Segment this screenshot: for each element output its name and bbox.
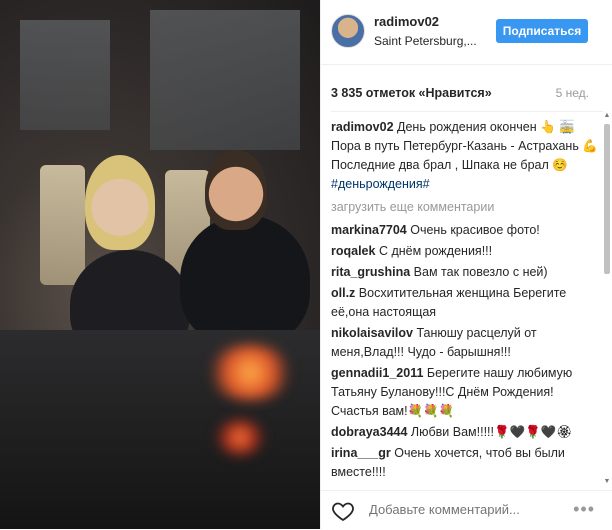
comment-bar: •••: [321, 490, 612, 530]
comment-item: dobraya3444 Любви Вам!!!!!🌹🖤🌹🖤🏵: [331, 423, 601, 442]
comment-item: rita_grushina Вам так повезло с ней): [331, 263, 601, 282]
follow-button[interactable]: Подписаться: [496, 19, 588, 43]
caption-username[interactable]: radimov02: [331, 120, 394, 134]
caption: radimov02 День рождения окончен 👆 🚋 Пора…: [331, 118, 601, 194]
comment-item: oll.z Восхитительная женщина Берегите её…: [331, 284, 601, 322]
person-right-head: [205, 150, 267, 230]
scroll-down-icon[interactable]: ▼: [603, 478, 611, 486]
chair-decor: [40, 165, 85, 285]
post-age[interactable]: 5 нед.: [556, 86, 589, 100]
fire-glow: [205, 345, 295, 400]
comment-username[interactable]: markina7704: [331, 223, 407, 237]
comment-text: Восхитительная женщина Берегите её,она н…: [331, 286, 567, 319]
comment-item: nikolaisavilov Танюшу расцелуй от меня,В…: [331, 324, 601, 362]
comment-username[interactable]: nikolaisavilov: [331, 326, 413, 340]
avatar[interactable]: [331, 14, 365, 48]
comment-username[interactable]: dobraya3444: [331, 425, 407, 439]
comment-username[interactable]: rita_grushina: [331, 265, 410, 279]
comment-text: Вам так повезло с ней): [413, 265, 548, 279]
comment-username[interactable]: roqalek: [331, 244, 375, 258]
person-right-body: [180, 215, 310, 345]
fire-glow: [215, 420, 265, 455]
add-comment-input[interactable]: [369, 502, 569, 517]
comment-username[interactable]: irina___gr: [331, 446, 391, 460]
post-panel: radimov02 Saint Petersburg,... Подписать…: [320, 0, 612, 529]
window-decor: [20, 20, 110, 130]
post-photo[interactable]: [0, 0, 320, 529]
likes-count[interactable]: 3 835 отметок «Нравится»: [331, 86, 492, 100]
like-heart-icon[interactable]: [331, 499, 355, 523]
comment-text: С днём рождения!!!: [378, 244, 493, 258]
comment-item: roqalek С днём рождения!!!: [331, 242, 601, 261]
comment-text: Любви Вам!!!!!🌹🖤🌹🖤🏵: [410, 425, 573, 439]
location-link[interactable]: Saint Petersburg,...: [374, 34, 477, 48]
comments-list: radimov02 День рождения окончен 👆 🚋 Пора…: [331, 118, 601, 484]
comment-username[interactable]: oll.z: [331, 286, 355, 300]
scroll-up-icon[interactable]: ▲: [603, 112, 611, 120]
person-left-head: [85, 155, 155, 250]
scrollbar-thumb[interactable]: [604, 124, 610, 274]
username-link[interactable]: radimov02: [374, 14, 439, 29]
window-decor: [150, 10, 300, 150]
hashtag-link[interactable]: #деньрождения#: [331, 177, 430, 191]
comment-item: gennadii1_2011 Берегите нашу любимую Тат…: [331, 364, 601, 421]
comment-item: markina7704 Очень красивое фото!: [331, 221, 601, 240]
load-more-comments[interactable]: загрузить еще комментарии: [331, 198, 601, 217]
divider: [331, 111, 603, 112]
comment-username[interactable]: gennadii1_2011: [331, 366, 423, 380]
comment-text: Очень красивое фото!: [410, 223, 540, 237]
post-header: radimov02 Saint Petersburg,... Подписать…: [321, 0, 612, 65]
comment-item: irina___gr Очень хочется, чтоб вы были в…: [331, 444, 601, 482]
comments-scrollbar[interactable]: ▲ ▼: [603, 112, 611, 486]
more-options-icon[interactable]: •••: [573, 499, 595, 520]
